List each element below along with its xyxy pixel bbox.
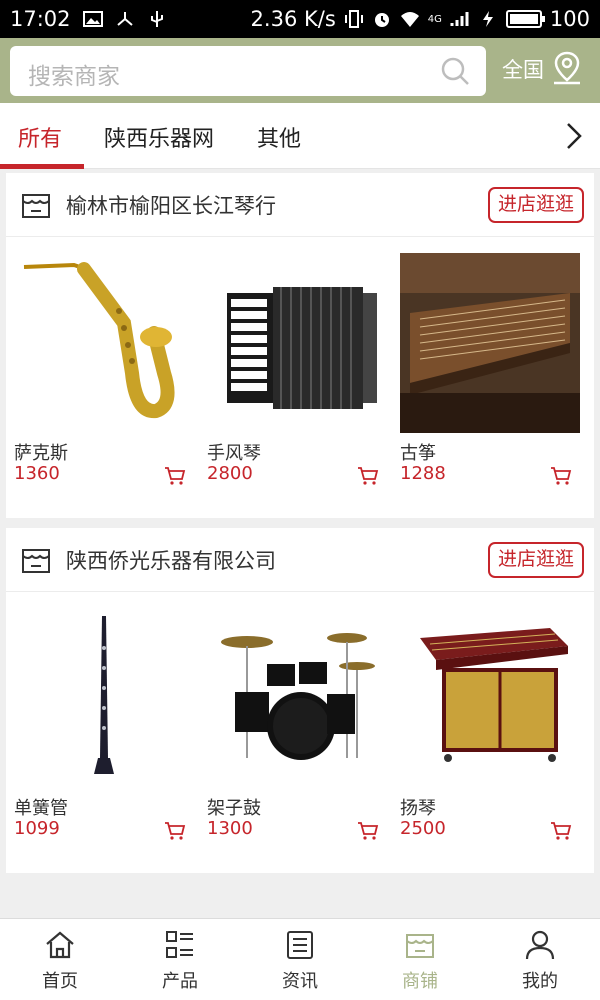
product-price: 1288	[400, 463, 446, 484]
active-tab-indicator	[0, 164, 84, 169]
product-name: 扬琴	[400, 798, 436, 819]
nav-label: 首页	[42, 971, 78, 992]
category-tabs: 所有 陕西乐器网 其他	[0, 103, 600, 169]
usb-icon	[150, 11, 163, 27]
nav-stores[interactable]: 商铺	[360, 919, 480, 1000]
store-icon	[22, 194, 50, 218]
clarinet-image[interactable]	[14, 608, 194, 788]
product-price: 1300	[207, 818, 253, 839]
product-price: 2800	[207, 463, 253, 484]
battery-level: 100	[549, 7, 590, 31]
yangqin-image[interactable]	[400, 608, 580, 788]
store-icon	[406, 934, 434, 958]
product-name: 古筝	[400, 443, 436, 464]
nav-news[interactable]: 资讯	[240, 919, 360, 1000]
nav-label: 商铺	[402, 971, 438, 992]
battery-icon	[505, 10, 545, 28]
store-name[interactable]: 榆林市榆阳区长江琴行	[66, 190, 276, 220]
product-item[interactable]: 单簧管 1099	[6, 592, 199, 872]
search-placeholder: 搜索商家	[28, 64, 120, 90]
cart-icon[interactable]	[164, 821, 186, 841]
product-item[interactable]: 古筝 1288	[392, 237, 585, 517]
product-name: 手风琴	[207, 443, 261, 464]
store-card: 榆林市榆阳区长江琴行 进店逛逛 萨克斯 1360 手风琴 2800 古筝 128…	[6, 173, 594, 518]
product-item[interactable]: 手风琴 2800	[199, 237, 392, 517]
product-name: 萨克斯	[14, 443, 68, 464]
saxophone-image[interactable]	[14, 253, 194, 433]
store-header: 榆林市榆阳区长江琴行 进店逛逛	[6, 173, 594, 237]
store-name[interactable]: 陕西侨光乐器有限公司	[66, 545, 276, 575]
vibrate-icon	[344, 10, 363, 28]
guzheng-image[interactable]	[400, 253, 580, 433]
status-bar: 17:02 2.36 K/s 4G 100	[0, 0, 600, 38]
product-item[interactable]: 扬琴 2500	[392, 592, 585, 872]
news-icon	[287, 931, 313, 959]
tab-all[interactable]: 所有	[18, 121, 62, 153]
header: 搜索商家 全国	[0, 38, 600, 103]
location-pin-icon[interactable]	[552, 50, 582, 86]
search-icon[interactable]	[440, 56, 470, 86]
home-icon	[46, 931, 74, 959]
product-row: 单簧管 1099 架子鼓 1300 扬琴 2500	[6, 592, 594, 872]
product-row: 萨克斯 1360 手风琴 2800 古筝 1288	[6, 237, 594, 517]
search-input[interactable]: 搜索商家	[10, 46, 486, 96]
product-item[interactable]: 架子鼓 1300	[199, 592, 392, 872]
product-item[interactable]: 萨克斯 1360	[6, 237, 199, 517]
cart-icon[interactable]	[357, 466, 379, 486]
grid-list-icon	[166, 931, 193, 958]
bottom-nav: 首页 产品 资讯 商铺 我的	[0, 918, 600, 1000]
nav-profile[interactable]: 我的	[480, 919, 600, 1000]
store-icon	[22, 549, 50, 573]
signal-icon	[450, 12, 469, 26]
store-card: 陕西侨光乐器有限公司 进店逛逛 单簧管 1099 架子鼓 1300 扬琴 250…	[6, 528, 594, 873]
visit-store-button[interactable]: 进店逛逛	[488, 187, 584, 223]
alarm-icon	[374, 13, 389, 27]
product-price: 2500	[400, 818, 446, 839]
store-header: 陕西侨光乐器有限公司 进店逛逛	[6, 528, 594, 592]
user-icon	[525, 930, 555, 960]
nav-products[interactable]: 产品	[120, 919, 240, 1000]
cart-icon[interactable]	[357, 821, 379, 841]
wifi-icon	[400, 12, 419, 27]
charging-icon	[482, 11, 493, 27]
status-time: 17:02	[10, 7, 71, 31]
visit-store-button[interactable]: 进店逛逛	[488, 542, 584, 578]
nav-label: 产品	[162, 971, 198, 992]
image-icon	[82, 11, 103, 27]
net-speed: 2.36 K/s	[250, 7, 336, 31]
cart-icon[interactable]	[550, 821, 572, 841]
tab-shaanxi-music[interactable]: 陕西乐器网	[104, 121, 214, 153]
drum-kit-image[interactable]	[207, 608, 387, 788]
network-type: 4G	[427, 13, 442, 25]
product-price: 1360	[14, 463, 60, 484]
nav-label: 资讯	[282, 971, 318, 992]
nav-label: 我的	[522, 971, 558, 992]
product-name: 架子鼓	[207, 798, 261, 819]
product-price: 1099	[14, 818, 60, 839]
accordion-image[interactable]	[207, 253, 387, 433]
product-name: 单簧管	[14, 798, 68, 819]
tab-other[interactable]: 其他	[257, 121, 301, 153]
nav-home[interactable]: 首页	[0, 919, 120, 1000]
cart-icon[interactable]	[550, 466, 572, 486]
cart-icon[interactable]	[164, 466, 186, 486]
share-icon	[116, 12, 133, 26]
chevron-right-icon[interactable]	[564, 121, 584, 151]
region-selector[interactable]: 全国	[502, 54, 544, 84]
